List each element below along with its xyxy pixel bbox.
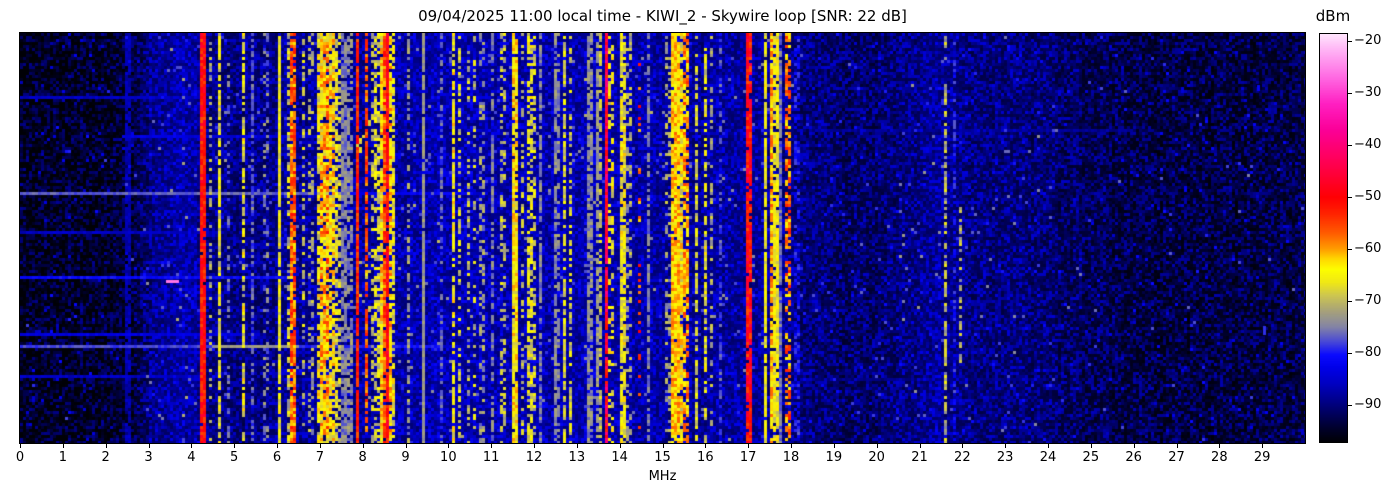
x-tick-label: 1 xyxy=(58,450,67,465)
x-tick-mark xyxy=(362,444,364,448)
colorbar-canvas xyxy=(1320,34,1347,442)
colorbar-tick-label: −60 xyxy=(1354,241,1382,256)
x-tick-mark xyxy=(1176,444,1178,448)
x-tick-label: 9 xyxy=(401,450,410,465)
x-tick-mark xyxy=(1133,444,1135,448)
x-tick-mark xyxy=(1262,444,1264,448)
x-tick-label: 13 xyxy=(568,450,586,465)
x-tick-label: 23 xyxy=(996,450,1014,465)
colorbar-frame xyxy=(1319,33,1348,443)
waterfall-canvas xyxy=(20,33,1305,443)
colorbar-tick-mark xyxy=(1348,93,1352,94)
x-tick-label: 10 xyxy=(440,450,457,465)
colorbar-tick-label: −20 xyxy=(1354,33,1382,48)
colorbar-tick-mark xyxy=(1348,353,1352,354)
x-tick-label: 6 xyxy=(272,450,282,465)
colorbar-tick-mark xyxy=(1348,405,1352,406)
x-tick-label: 5 xyxy=(230,450,239,465)
colorbar-tick-mark xyxy=(1348,145,1352,146)
x-tick-mark xyxy=(791,444,792,448)
x-tick-label: 15 xyxy=(654,450,671,465)
x-tick-mark xyxy=(962,444,964,448)
colorbar-tick-label: −50 xyxy=(1354,189,1382,204)
x-tick-mark xyxy=(919,444,921,448)
x-tick-mark xyxy=(105,444,107,448)
x-tick-mark xyxy=(619,444,621,448)
colorbar-tick-label: −70 xyxy=(1354,293,1382,308)
colorbar-tick-label: −90 xyxy=(1354,397,1382,412)
x-tick-label: 14 xyxy=(611,450,628,465)
x-tick-mark xyxy=(405,444,407,448)
x-tick-label: 24 xyxy=(1039,450,1057,465)
x-tick-mark xyxy=(1219,444,1221,448)
x-tick-label: 12 xyxy=(525,450,543,465)
colorbar-tick-mark xyxy=(1348,249,1352,250)
colorbar-tick-mark xyxy=(1348,301,1352,302)
spectrogram-figure: 09/04/2025 11:00 local time - KIWI_2 - S… xyxy=(0,0,1400,500)
colorbar-unit-label: dBm xyxy=(1315,7,1351,25)
x-tick-mark xyxy=(534,444,535,448)
x-tick-label: 11 xyxy=(482,450,500,465)
chart-title: 09/04/2025 11:00 local time - KIWI_2 - S… xyxy=(418,7,907,25)
x-tick-label: 26 xyxy=(1125,450,1142,465)
colorbar-tick-mark xyxy=(1348,41,1352,42)
x-tick-label: 25 xyxy=(1082,450,1100,465)
x-tick-mark xyxy=(20,444,21,448)
x-tick-label: 7 xyxy=(315,450,324,465)
x-tick-mark xyxy=(1005,444,1007,448)
x-tick-label: 21 xyxy=(911,450,928,465)
colorbar-tick-label: −40 xyxy=(1354,137,1382,152)
x-tick-mark xyxy=(191,444,193,448)
x-tick-mark xyxy=(62,444,64,448)
x-tick-mark xyxy=(319,444,321,448)
x-tick-label: 0 xyxy=(15,450,25,465)
colorbar-tick-label: −80 xyxy=(1354,345,1382,360)
colorbar-tick-mark xyxy=(1348,197,1352,198)
x-tick-mark xyxy=(748,444,750,448)
x-tick-mark xyxy=(705,444,707,448)
x-tick-label: 27 xyxy=(1168,450,1185,465)
x-tick-mark xyxy=(662,444,664,448)
x-tick-mark xyxy=(1090,444,1092,448)
x-tick-mark xyxy=(833,444,835,448)
x-tick-mark xyxy=(576,444,578,448)
x-tick-mark xyxy=(876,444,878,448)
x-tick-mark xyxy=(234,444,236,448)
x-tick-label: 2 xyxy=(101,450,110,465)
x-tick-label: 22 xyxy=(954,450,971,465)
x-tick-label: 29 xyxy=(1253,450,1271,465)
x-tick-label: 4 xyxy=(187,450,196,465)
x-tick-label: 16 xyxy=(697,450,714,465)
x-tick-mark xyxy=(448,444,450,448)
x-tick-label: 18 xyxy=(782,450,800,465)
x-tick-label: 17 xyxy=(739,450,757,465)
waterfall-plot-frame xyxy=(19,32,1306,444)
colorbar-tick-label: −30 xyxy=(1354,85,1382,100)
x-axis-label: MHz xyxy=(648,469,677,484)
x-tick-label: 3 xyxy=(144,450,153,465)
x-tick-mark xyxy=(1048,444,1049,448)
x-tick-mark xyxy=(491,444,493,448)
x-tick-mark xyxy=(148,444,150,448)
x-tick-mark xyxy=(277,444,278,448)
x-tick-label: 20 xyxy=(868,450,885,465)
x-tick-label: 19 xyxy=(825,450,843,465)
x-tick-label: 28 xyxy=(1211,450,1228,465)
x-tick-label: 8 xyxy=(358,450,367,465)
